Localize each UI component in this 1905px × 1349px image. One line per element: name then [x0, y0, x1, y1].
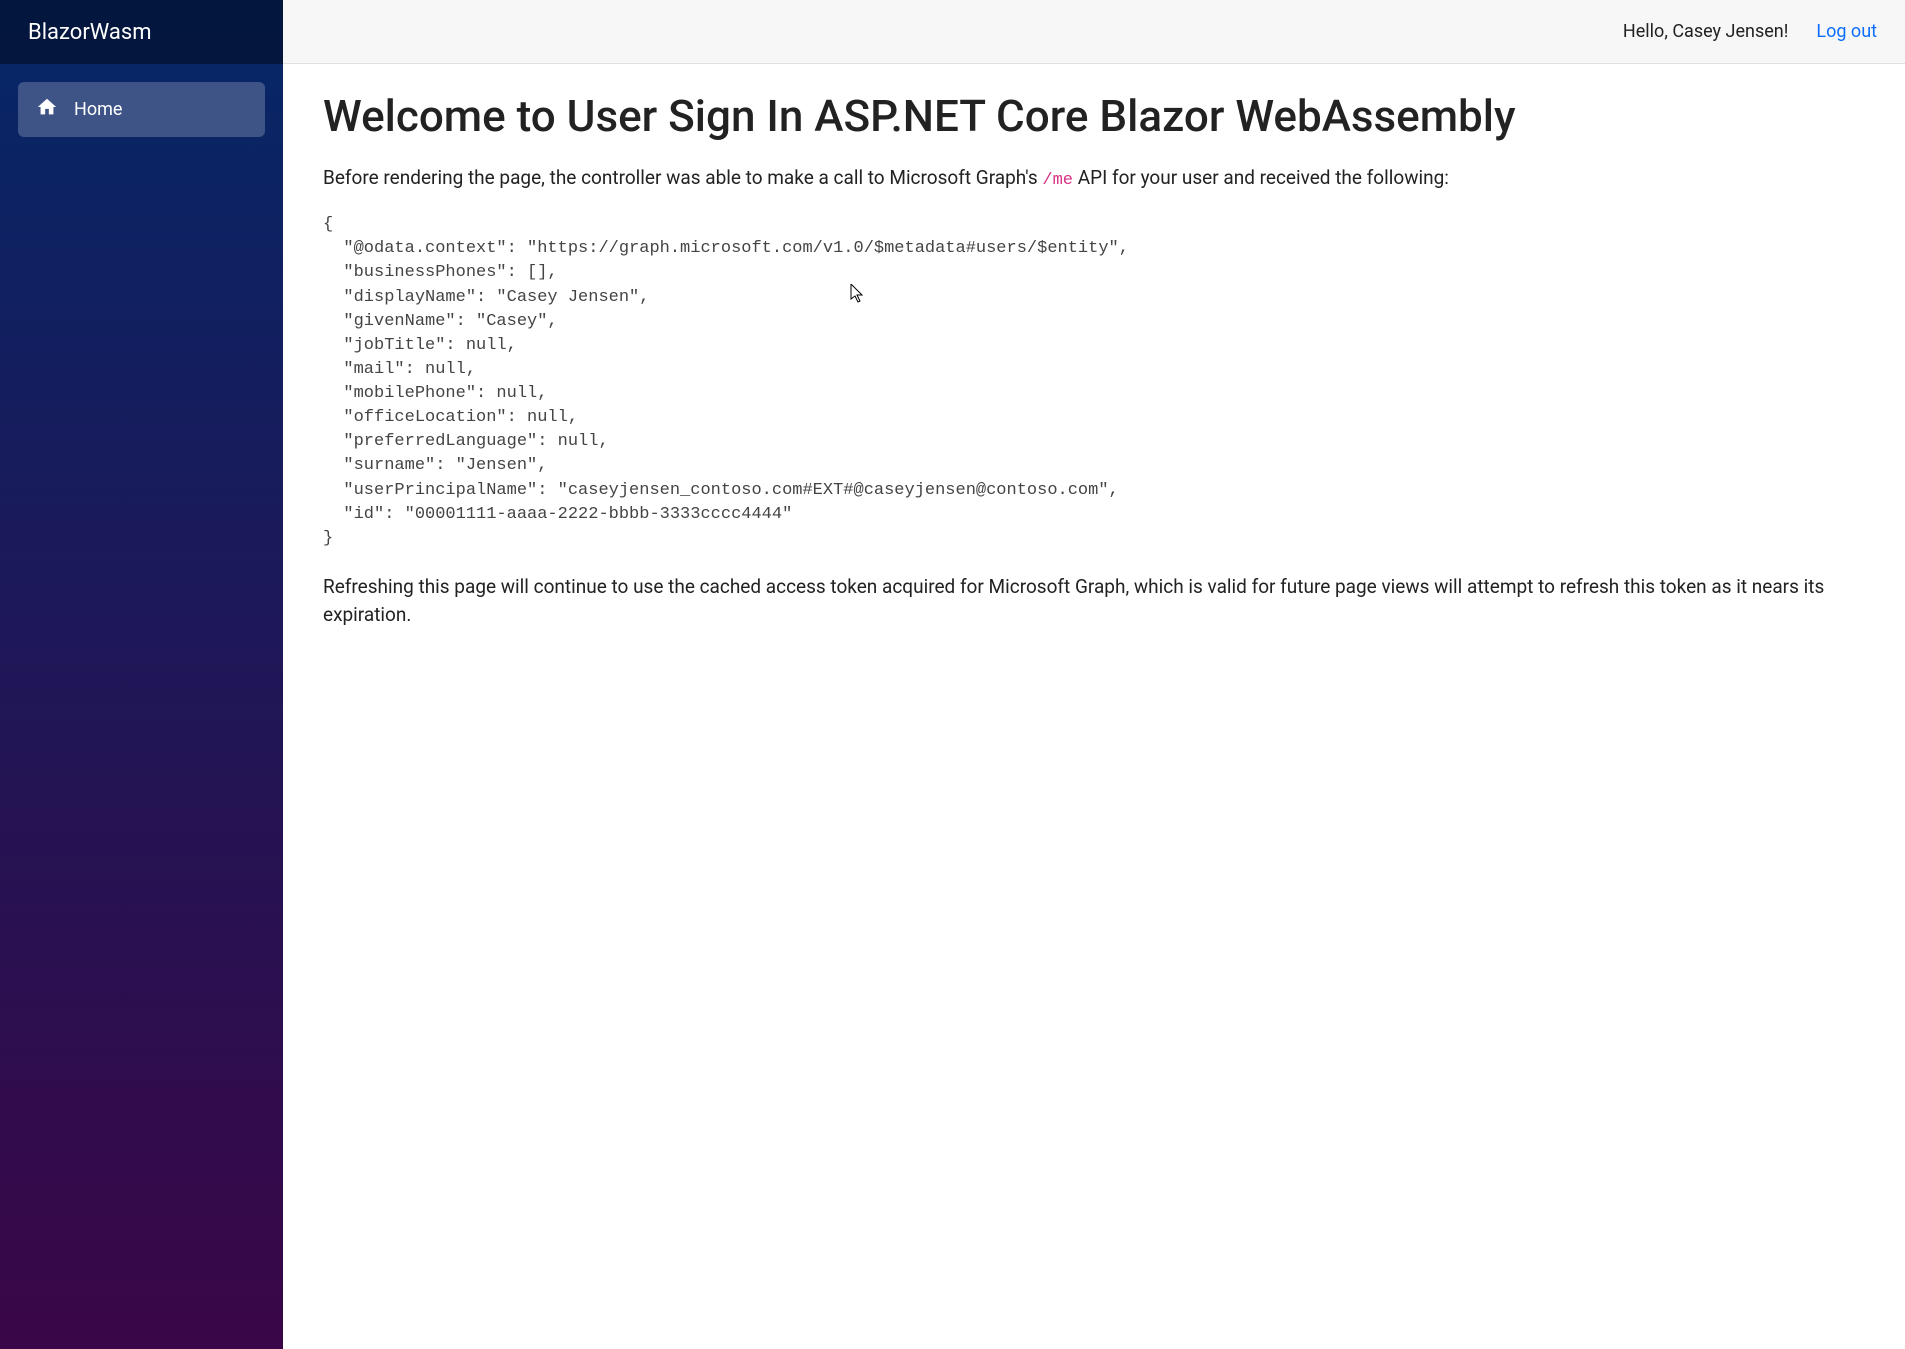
home-icon: [36, 96, 58, 123]
footer-note: Refreshing this page will continue to us…: [323, 573, 1865, 630]
intro-prefix: Before rendering the page, the controlle…: [323, 166, 1042, 189]
logout-link[interactable]: Log out: [1816, 21, 1877, 42]
intro-code: /me: [1042, 171, 1073, 190]
intro-suffix: API for your user and received the follo…: [1073, 166, 1449, 189]
sidebar: BlazorWasm Home: [0, 0, 283, 1349]
topbar: Hello, Casey Jensen! Log out: [283, 0, 1905, 64]
page-title: Welcome to User Sign In ASP.NET Core Bla…: [323, 90, 1865, 144]
intro-paragraph: Before rendering the page, the controlle…: [323, 164, 1865, 194]
main: Hello, Casey Jensen! Log out Welcome to …: [283, 0, 1905, 1349]
sidebar-nav: Home: [0, 64, 283, 155]
content: Welcome to User Sign In ASP.NET Core Bla…: [283, 64, 1905, 1349]
json-response: { "@odata.context": "https://graph.micro…: [323, 213, 1865, 551]
topbar-greeting: Hello, Casey Jensen!: [1623, 21, 1788, 42]
sidebar-brand[interactable]: BlazorWasm: [0, 0, 283, 64]
sidebar-item-home[interactable]: Home: [18, 82, 265, 137]
sidebar-item-label: Home: [74, 99, 122, 120]
